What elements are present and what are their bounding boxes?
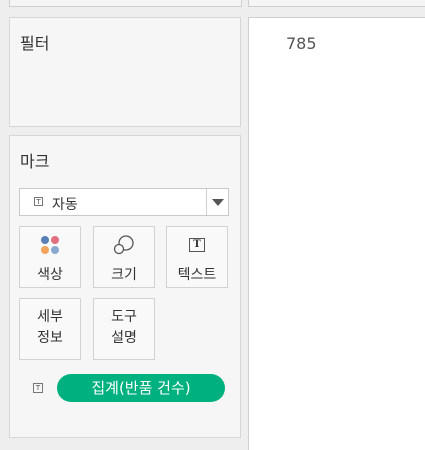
tooltip-card-label: 도구 설명 — [111, 309, 137, 346]
size-circles-icon — [94, 235, 154, 255]
dropdown-divider — [206, 189, 207, 215]
top-shelf-strip — [9, 0, 242, 7]
text-card-label: 텍스트 — [177, 267, 217, 283]
text-card[interactable]: T 텍스트 — [166, 226, 228, 288]
size-card[interactable]: 크기 — [93, 226, 155, 288]
filters-card[interactable]: 필터 — [9, 17, 241, 127]
color-card-label: 색상 — [37, 267, 63, 283]
mark-type-dropdown[interactable]: T 자동 — [19, 188, 229, 216]
text-mark-icon: T — [34, 197, 43, 206]
top-view-strip — [248, 0, 425, 7]
marks-card: 마크 T 자동 색상 크기 T 텍스트 세부 정보 도구 설명 T 집계(반품 … — [9, 135, 241, 438]
tooltip-card[interactable]: 도구 설명 — [93, 298, 155, 360]
detail-card[interactable]: 세부 정보 — [19, 298, 81, 360]
size-card-label: 크기 — [111, 267, 137, 283]
marks-title: 마크 — [20, 152, 50, 171]
aggregate-field-pill[interactable]: 집계(반품 건수) — [57, 374, 225, 402]
mark-type-label: 자동 — [52, 197, 78, 213]
text-label-icon: T — [167, 235, 227, 255]
detail-card-label: 세부 정보 — [37, 309, 63, 346]
chevron-down-icon[interactable] — [212, 199, 224, 206]
text-mark-icon[interactable]: T — [33, 383, 43, 393]
color-card[interactable]: 색상 — [19, 226, 81, 288]
text-mark-value[interactable]: 785 — [286, 34, 317, 53]
view-canvas[interactable]: 785 — [248, 17, 425, 450]
filters-title: 필터 — [20, 34, 50, 53]
color-palette-icon — [20, 235, 80, 255]
